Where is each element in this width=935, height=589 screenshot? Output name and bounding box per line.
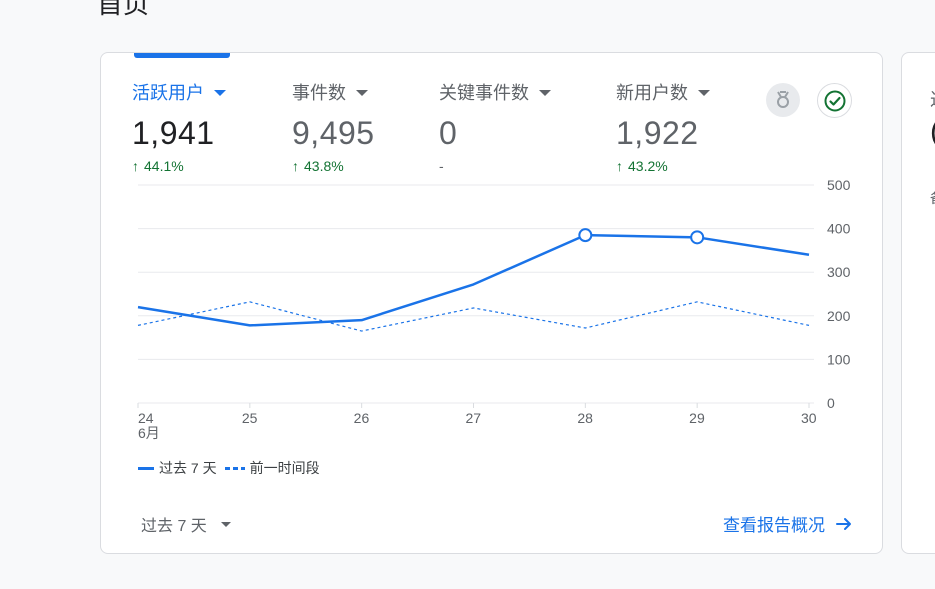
current-period-line — [137, 233, 810, 327]
x-tick-label: 26 — [354, 410, 370, 426]
secondary-card: 过 ( 备 — [901, 52, 935, 554]
y-tick-label: 400 — [827, 221, 851, 237]
y-tick-label: 200 — [827, 308, 851, 324]
summary-card: 活跃用户 1,941 ↑ 44.1% 事件数 9,495 ↑ 43.8% 关键事件数… — [100, 52, 883, 554]
x-tick-label: 25 — [242, 410, 258, 426]
y-tick-label: 500 — [827, 177, 851, 193]
legend-item-previous: 前一时间段 — [224, 458, 320, 478]
x-tick-label: 30 — [801, 410, 817, 426]
arrow-right-icon — [835, 515, 853, 533]
card-value-fragment: ( — [930, 115, 935, 149]
x-tick-label: 24 — [138, 410, 154, 426]
legend-solid-swatch — [138, 466, 154, 470]
card-label-fragment: 备 — [930, 188, 935, 208]
caret-down-icon — [220, 521, 231, 527]
y-tick-label: 300 — [827, 264, 851, 280]
x-sublabel: 6月 — [138, 425, 160, 441]
previous-period-line — [137, 301, 810, 332]
data-point-marker — [690, 230, 705, 245]
card-title-fragment: 过 — [930, 86, 935, 112]
y-tick-label: 100 — [827, 351, 851, 367]
page-title: 首页 — [97, 0, 150, 19]
y-tick-label: 0 — [827, 395, 835, 411]
legend-dash-swatch — [224, 466, 245, 470]
line-chart: 0 100 200 300 400 500 24 25 26 27 28 29 30 6月 — [137, 177, 851, 441]
x-tick-label: 28 — [577, 410, 593, 426]
date-range-dropdown[interactable]: 过去 7 天 — [141, 512, 231, 536]
view-report-link[interactable]: 查看报告概况 — [723, 511, 853, 536]
chart-legend: 过去 7 天 前一时间段 — [138, 458, 328, 478]
legend-item-current: 过去 7 天 — [138, 458, 217, 478]
data-point-marker — [578, 228, 593, 243]
x-tick-label: 29 — [689, 410, 705, 426]
x-tick-label: 27 — [466, 410, 482, 426]
